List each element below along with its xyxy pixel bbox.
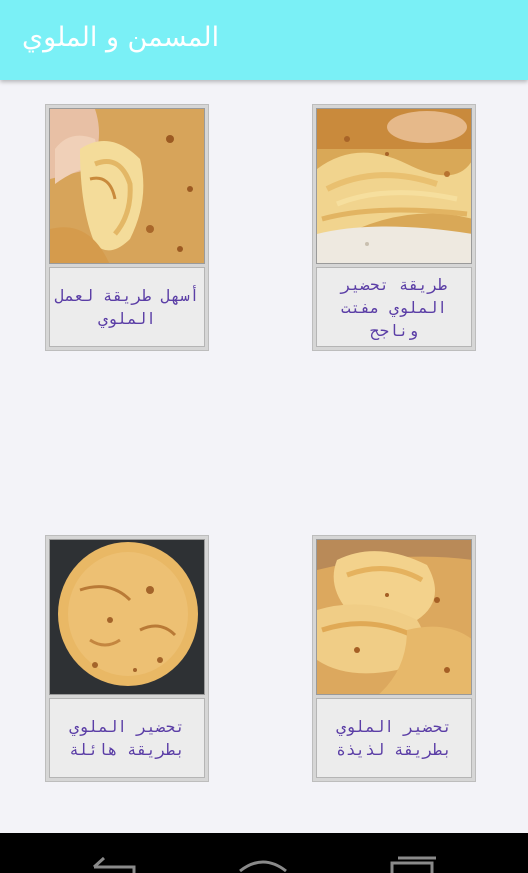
recipe-card[interactable]: تحضير الملوي بطريقة لذيذة — [312, 535, 476, 782]
home-button[interactable] — [238, 855, 288, 873]
recipe-title: أسهل طريقة لعمل الملوي — [49, 267, 205, 347]
home-icon — [239, 860, 287, 873]
recipe-image — [316, 108, 472, 264]
recents-button[interactable] — [386, 855, 436, 873]
app-bar: المسمن و الملوي — [0, 0, 528, 80]
back-button[interactable] — [90, 855, 140, 873]
app-screen: المسمن و الملوي طريقة تحضير الملوي مفتت … — [0, 0, 528, 873]
recipe-image — [49, 539, 205, 695]
recipe-card[interactable]: أسهل طريقة لعمل الملوي — [45, 104, 209, 351]
navigation-bar — [0, 833, 528, 873]
recipe-image — [316, 539, 472, 695]
back-icon — [92, 856, 136, 873]
recipe-card[interactable]: تحضير الملوي بطريقة هائلة — [45, 535, 209, 782]
recipe-image — [49, 108, 205, 264]
recipe-title: تحضير الملوي بطريقة هائلة — [49, 698, 205, 778]
app-title: المسمن و الملوي — [22, 22, 220, 53]
recipe-title: تحضير الملوي بطريقة لذيذة — [316, 698, 472, 778]
recents-icon — [390, 856, 436, 873]
recipe-title: طريقة تحضير الملوي مفتت وناجح — [316, 267, 472, 347]
recipe-card[interactable]: طريقة تحضير الملوي مفتت وناجح — [312, 104, 476, 351]
